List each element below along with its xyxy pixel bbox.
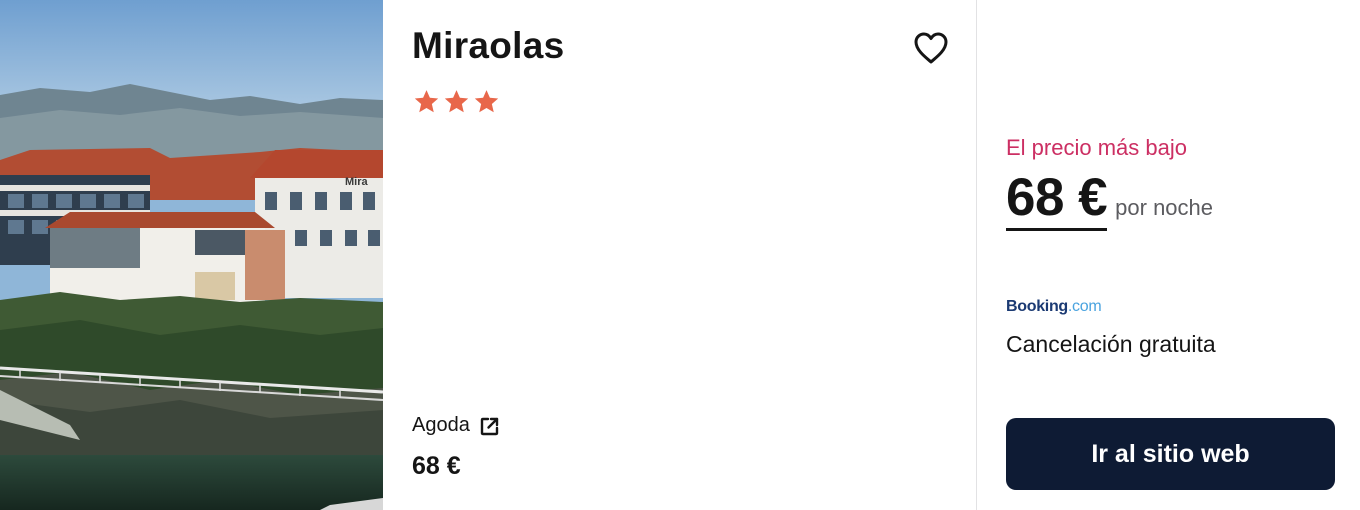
favorite-button[interactable]	[911, 29, 951, 67]
star-icon	[414, 90, 439, 113]
hotel-info: Miraolas Agoda 68 €	[383, 0, 976, 510]
hotel-photo[interactable]: Mira	[0, 0, 383, 510]
best-price-panel: El precio más bajo 68 € por noche Bookin…	[977, 0, 1360, 510]
star-icon	[444, 90, 469, 113]
provider-link[interactable]: Agoda	[412, 413, 500, 437]
main-price[interactable]: 68 €	[1006, 168, 1108, 231]
external-link-icon[interactable]	[479, 416, 500, 437]
price-row: 68 € por noche	[1006, 168, 1213, 231]
go-to-site-button[interactable]: Ir al sitio web	[1006, 418, 1335, 490]
star-icon	[474, 90, 499, 113]
booking-logo-suffix: .com	[1067, 298, 1102, 315]
booking-logo: Booking.com	[1006, 298, 1102, 316]
free-cancellation-text: Cancelación gratuita	[1006, 331, 1216, 357]
star-rating	[412, 88, 501, 116]
price-unit: por noche	[1115, 195, 1214, 220]
lowest-price-label: El precio más bajo	[1006, 135, 1187, 160]
provider-price: 68 €	[412, 452, 461, 480]
heart-outline-icon	[914, 32, 948, 64]
booking-logo-main: Booking	[1006, 298, 1068, 315]
hotel-name[interactable]: Miraolas	[412, 25, 565, 67]
hotel-result-card[interactable]: Mira Miraolas Agoda 68 € El precio más b…	[0, 0, 1360, 510]
go-to-site-label: Ir al sitio web	[1091, 439, 1250, 468]
photo-hotel-sign: Mira	[345, 176, 369, 188]
provider-name[interactable]: Agoda	[412, 414, 470, 437]
